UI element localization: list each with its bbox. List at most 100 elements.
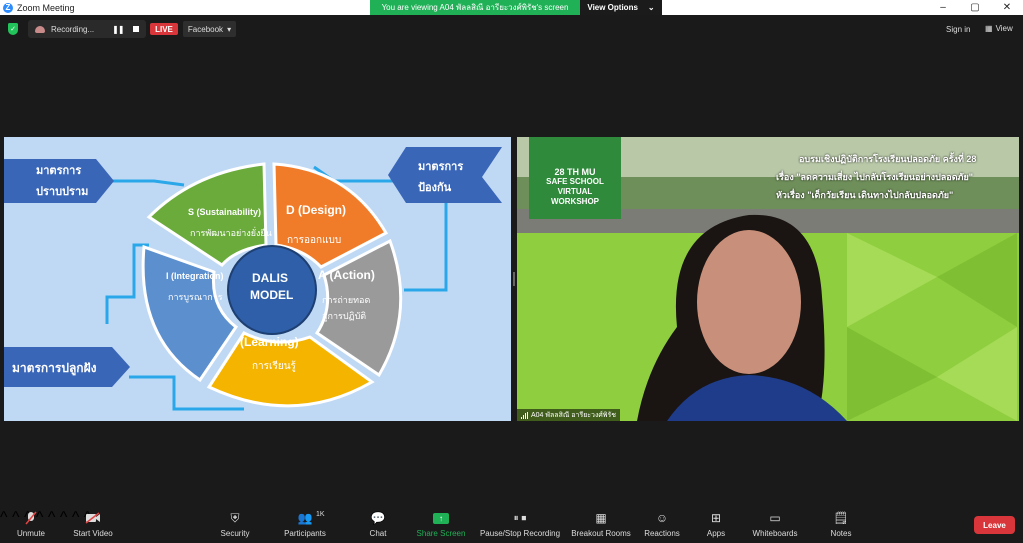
live-badge: LIVE [150,23,178,35]
arrow-label-suppression-1: มาตรการ [36,165,82,177]
whiteboards-label: Whiteboards [752,529,798,538]
breakout-rooms-button[interactable]: ▦ Breakout Rooms [570,509,632,543]
audio-options-caret-icon[interactable]: ^ [0,509,8,526]
chevron-down-icon: ⌄ [647,3,655,12]
notes-icon: 🗒 [833,511,849,525]
video-off-icon [85,509,101,527]
arrow-label-suppression-2: ปราบปราม [36,186,89,198]
participant-name: A04 พัลลสิณี อารียะวงศ์พิรัช [531,411,616,419]
unmute-button[interactable]: Unmute [15,509,47,543]
segment-learning-title: (Learning) [240,335,299,349]
share-options-caret-icon[interactable]: ^ [48,509,56,526]
breakout-rooms-icon: ▦ [595,511,607,525]
pause-stop-recording-label: Pause/Stop Recording [479,529,561,538]
muted-microphone-icon [25,509,37,527]
apps-caret-icon[interactable]: ^ [60,509,68,526]
participants-count: 1K [316,511,325,518]
minimize-button[interactable]: – [927,0,959,15]
participants-icon: 👥 [297,511,313,525]
chat-label: Chat [369,529,387,538]
maximize-button[interactable]: ▢ [959,0,991,15]
apps-icon: ⊞ [710,511,722,525]
participant-name-tag: A04 พัลลสิณี อารียะวงศ์พิรัช [517,409,620,421]
dalis-title-1: DALIS [252,271,288,285]
zoom-logo-icon: Z [3,2,13,13]
sign-in-link[interactable]: Sign in [946,25,970,34]
segment-integration [141,244,239,383]
workshop-line-3: VIRTUAL [557,187,593,196]
close-button[interactable]: ✕ [991,0,1023,15]
apps-button[interactable]: ⊞ Apps [704,509,728,543]
signal-bars-icon [521,411,528,419]
viewing-banner: You are viewing A04 พัลลสิณี อารียะวงศ์พ… [370,0,662,15]
chat-button[interactable]: 💬 Chat [366,509,390,543]
workshop-logo: 28 TH MU SAFE SCHOOL VIRTUAL WORKSHOP [529,137,621,219]
arrow-label-cultivation: มาตรการปลูกฝัง [12,361,97,375]
shield-icon[interactable]: ✓ [8,23,18,35]
pause-stop-icon: ⏸ ⏹ [513,512,527,524]
arrow-label-prevention-1: มาตรการ [418,161,464,173]
recording-indicator: Recording... ❚❚ [28,20,146,38]
video-heading-1: อบรมเชิงปฏิบัติการโรงเรียนปลอดภัย ครั้งท… [799,154,977,164]
segment-action-sub1: การถ่ายทอด [322,295,371,305]
pane-divider-handle[interactable] [513,272,515,286]
video-heading-3: หัวเรื่อง "เด็กวัยเรียน เดินทางไปกลับปลอ… [776,190,954,200]
workshop-line-4: WORKSHOP [551,197,599,206]
reactions-button[interactable]: ☺ Reactions [644,509,680,543]
view-options-button[interactable]: View Options ⌄ [580,0,662,15]
segment-integration-title: I (Integration) [166,271,224,281]
segment-design-sub: การออกแบบ [287,235,342,246]
segment-learning-sub: การเรียนรู้ [252,361,296,372]
start-video-label: Start Video [73,529,113,538]
window-title: Zoom Meeting [17,2,75,13]
view-label: View [995,24,1013,33]
top-toolbar: ✓ Recording... ❚❚ LIVE Facebook ▾ Sign i… [0,17,1023,41]
reactions-label: Reactions [644,529,680,538]
chat-bubble-icon: 💬 [370,511,386,525]
viewing-text: You are viewing A04 พัลลสิณี อารียะวงศ์พ… [370,0,580,15]
unmute-label: Unmute [16,529,45,538]
stop-recording-icon[interactable] [132,26,139,32]
participant-video[interactable]: 28 TH MU SAFE SCHOOL VIRTUAL WORKSHOP อบ… [517,137,1019,421]
view-button[interactable]: ▦ View [985,24,1013,33]
start-video-button[interactable]: Start Video [72,509,114,543]
workshop-line-1: 28 TH MU [554,167,596,177]
pause-recording-icon[interactable]: ❚❚ [112,25,124,34]
bottom-toolbar: Unmute ^ Start Video ^ ⛨ Security 👥 Part… [0,509,1023,543]
view-options-label: View Options [587,3,638,12]
share-screen-label: Share Screen [416,529,466,538]
leave-button[interactable]: Leave [974,516,1015,534]
breakout-rooms-label: Breakout Rooms [571,529,631,538]
stream-target-label: Facebook [187,24,224,34]
caret-down-icon: ▾ [227,24,232,34]
share-screen-button[interactable]: ↑ Share Screen [416,509,466,543]
segment-integration-sub: การบูรณาการ [168,292,223,302]
pause-stop-recording-button[interactable]: ⏸ ⏹ Pause/Stop Recording [479,509,561,543]
dalis-title-2: MODEL [250,288,294,302]
notes-button[interactable]: 🗒 Notes [829,509,853,543]
window-controls: – ▢ ✕ [927,0,1023,15]
reactions-smiley-icon: ☺ [655,511,669,525]
security-shield-icon: ⛨ [230,510,240,525]
grid-view-icon: ▦ [985,24,993,33]
segment-sustainability-sub: การพัฒนาอย่างยั่งยืน [190,228,272,238]
whiteboard-icon: ▭ [769,511,781,525]
apps-label: Apps [706,529,726,538]
whiteboards-button[interactable]: ▭ Whiteboards [751,509,799,543]
video-heading-2: เรื่อง "ลดความเสี่ยง ไปกลับโรงเรียนอย่าง… [776,172,974,182]
share-screen-icon: ↑ [433,509,449,527]
recording-cloud-icon [35,25,45,33]
arrow-label-prevention-2: ป้องกัน [418,182,452,194]
security-button[interactable]: ⛨ Security [219,509,251,543]
segment-action-sub2: สู่การปฏิบัติ [322,311,367,321]
stream-target-dropdown[interactable]: Facebook ▾ [183,21,236,37]
participants-label: Participants [284,529,326,538]
segment-design-title: D (Design) [286,203,346,217]
shared-screen-slide: มาตรการ ปราบปราม มาตรการ ป้องกัน มาตรการ… [4,137,511,421]
segment-action-title: A (Action) [318,268,375,282]
zoom-window: Z Zoom Meeting – ▢ ✕ You are viewing A04… [0,0,1023,543]
segment-sustainability-title: S (Sustainability) [188,207,262,217]
recording-label: Recording... [51,24,95,34]
workshop-line-2: SAFE SCHOOL [546,177,604,186]
security-label: Security [220,529,250,538]
